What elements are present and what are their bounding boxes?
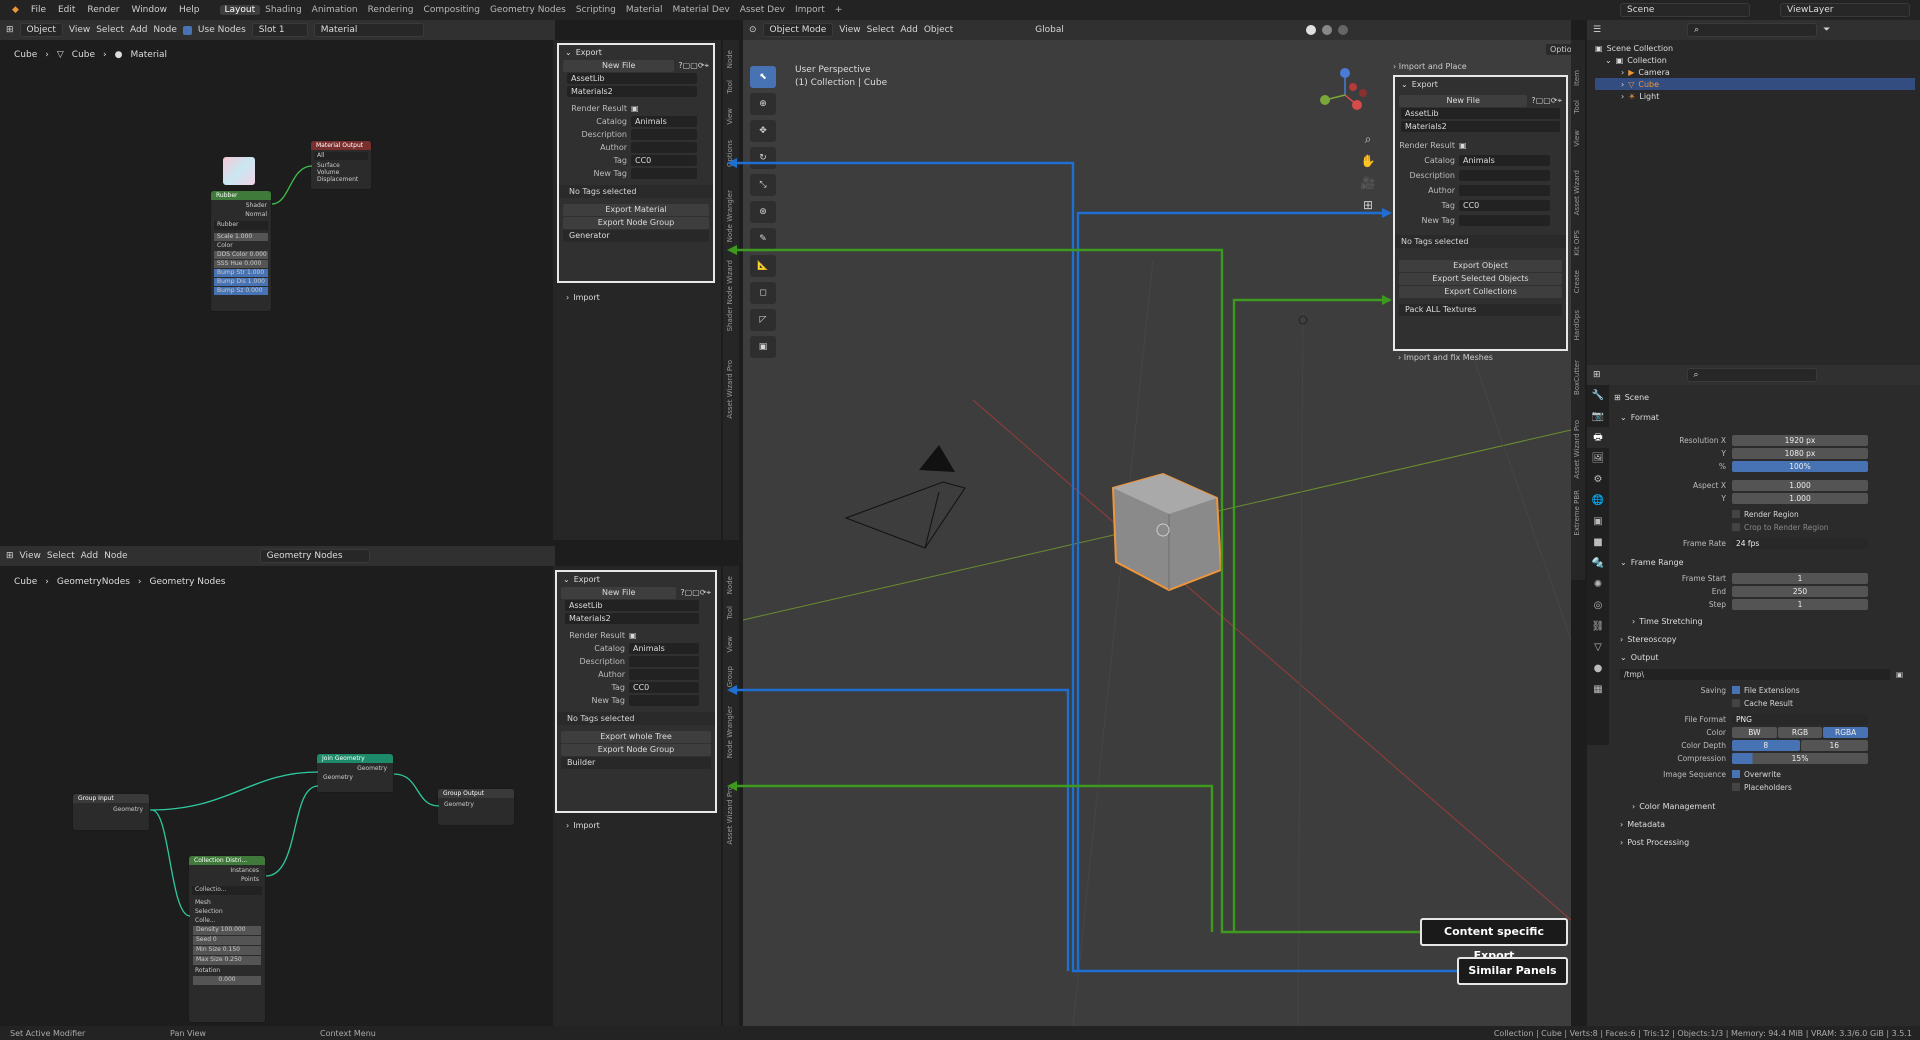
outliner-header: ☰ ⌕ ⏷ [1587, 20, 1920, 40]
aspect-x-field[interactable]: 1.000 [1732, 479, 1868, 491]
post-processing-section[interactable]: › Post Processing [1612, 835, 1912, 849]
image-sequence-label: Image Sequence [1663, 769, 1726, 779]
color-depth-label: Color Depth [1681, 740, 1726, 750]
status-bar: Set Active Modifier Pan View Context Men… [0, 1026, 1920, 1040]
tool-tab-icon[interactable]: 🔧 [1587, 385, 1609, 406]
res-percentage-field[interactable]: 100% [1732, 460, 1868, 472]
outliner-search[interactable]: ⌕ [1687, 23, 1818, 37]
blue-arrowheads [727, 158, 1392, 695]
stereoscopy-section[interactable]: › Stereoscopy [1612, 632, 1912, 646]
output-section[interactable]: ⌄ Output [1612, 650, 1912, 664]
collection-tab-icon[interactable]: ▣ [1587, 511, 1609, 532]
outliner-row[interactable]: ⌄ ▣ Collection [1595, 54, 1915, 66]
color-label: Color [1706, 727, 1726, 737]
frame-start-label: Frame Start [1681, 573, 1726, 583]
res-y-label: Y [1721, 448, 1726, 458]
outliner-row-selected[interactable]: › ▽ Cube [1595, 78, 1915, 90]
frame-rate-dropdown[interactable]: 24 fps [1732, 537, 1868, 549]
scene-statistics: Collection | Cube | Verts:8 | Faces:6 | … [1493, 1028, 1912, 1038]
res-x-field[interactable]: 1920 px [1732, 434, 1868, 446]
frame-step-field[interactable]: 1 [1732, 598, 1868, 610]
frame-end-label: End [1711, 586, 1726, 596]
data-tab-icon[interactable]: ▽ [1587, 637, 1609, 658]
status-mouse-left: Set Active Modifier [10, 1028, 86, 1038]
properties-context: Scene [1624, 392, 1650, 402]
properties-tabs: 🔧 📷 🖶 🖼 ⚙ 🌐 ▣ ■ 🔩 ✺ ◎ ⛓ ▽ ● ▦ [1587, 385, 1609, 745]
color-rgb-button[interactable]: RGB [1777, 726, 1823, 738]
filter-icon[interactable]: ⏷ [1823, 25, 1830, 35]
outliner-row[interactable]: › ☀ Light [1595, 90, 1915, 102]
editor-type-icon[interactable]: ☰ [1593, 25, 1601, 35]
color-management-section[interactable]: › Color Management [1612, 799, 1912, 813]
frame-end-field[interactable]: 250 [1732, 585, 1868, 597]
properties-content: ⊞ Scene ⌄ Format Resolution X 1920 px Y 1080… [1612, 390, 1912, 849]
aspect-x-label: Aspect X [1693, 480, 1726, 490]
metadata-section[interactable]: › Metadata [1612, 817, 1912, 831]
content-export-callout: Content specific Export [1420, 918, 1568, 962]
folder-icon[interactable]: ▣ [1896, 670, 1903, 679]
res-pct-label: % [1718, 461, 1726, 471]
world-tab-icon[interactable]: 🌐 [1587, 490, 1609, 511]
status-mouse-right: Context Menu [320, 1028, 376, 1038]
color-bw-button[interactable]: BW [1732, 726, 1777, 738]
aspect-y-field[interactable]: 1.000 [1732, 492, 1868, 504]
light-icon: ☀ [1628, 91, 1636, 101]
properties-header: ⊞ ⌕ [1587, 365, 1920, 385]
mesh-icon: ▽ [1628, 79, 1635, 89]
render-region-checkbox[interactable] [1732, 510, 1740, 518]
res-x-label: Resolution X [1679, 435, 1726, 445]
overwrite-checkbox[interactable] [1732, 770, 1740, 778]
compression-label: Compression [1677, 753, 1726, 763]
constraints-tab-icon[interactable]: ⛓ [1587, 616, 1609, 637]
properties-search[interactable]: ⌕ [1686, 368, 1817, 382]
cache-result-checkbox[interactable] [1732, 699, 1740, 707]
frame-rate-label: Frame Rate [1683, 538, 1726, 548]
physics-tab-icon[interactable]: ◎ [1587, 595, 1609, 616]
outliner-tree: ▣ Scene Collection ⌄ ▣ Collection › ▶ Camera … [1595, 42, 1915, 102]
color-rgba-button[interactable]: RGBA [1823, 726, 1869, 738]
depth-8-button[interactable]: 8 [1732, 739, 1800, 751]
render-tab-icon[interactable]: 📷 [1587, 406, 1609, 427]
texture-tab-icon[interactable]: ▦ [1587, 679, 1609, 700]
material-tab-icon[interactable]: ● [1587, 658, 1609, 679]
file-format-label: File Format [1684, 714, 1726, 724]
format-section-header[interactable]: ⌄ Format [1612, 410, 1912, 424]
scene-icon: ⊞ [1614, 392, 1621, 402]
view-layer-tab-icon[interactable]: 🖼 [1587, 448, 1609, 469]
object-tab-icon[interactable]: ■ [1587, 532, 1609, 553]
aspect-y-label: Y [1721, 493, 1726, 503]
output-tab-icon[interactable]: 🖶 [1587, 427, 1609, 448]
collection-icon: ▣ [1595, 43, 1603, 53]
status-mouse-middle: Pan View [170, 1028, 206, 1038]
collection-icon: ▣ [1615, 55, 1624, 65]
res-y-field[interactable]: 1080 px [1732, 447, 1868, 459]
green-arrowheads [727, 245, 1392, 791]
camera-icon: ▶ [1628, 67, 1635, 77]
outliner-row[interactable]: › ▶ Camera [1595, 66, 1915, 78]
scene-tab-icon[interactable]: ⚙ [1587, 469, 1609, 490]
output-path-field[interactable]: /tmp\ [1620, 668, 1890, 680]
modifier-tab-icon[interactable]: 🔩 [1587, 553, 1609, 574]
editor-type-icon[interactable]: ⊞ [1593, 370, 1601, 380]
crop-checkbox[interactable] [1732, 523, 1740, 531]
particles-tab-icon[interactable]: ✺ [1587, 574, 1609, 595]
saving-label: Saving [1700, 685, 1726, 695]
frame-range-section[interactable]: ⌄ Frame Range [1612, 555, 1912, 569]
file-format-dropdown[interactable]: PNG [1732, 713, 1868, 725]
placeholders-checkbox[interactable] [1732, 783, 1740, 791]
scene-collection-row[interactable]: ▣ Scene Collection [1595, 42, 1915, 54]
depth-16-button[interactable]: 16 [1800, 739, 1868, 751]
compression-slider[interactable]: 15% [1732, 752, 1868, 764]
frame-start-field[interactable]: 1 [1732, 572, 1868, 584]
similar-panels-callout: Similar Panels [1457, 957, 1568, 985]
blue-similar-arrows [730, 161, 1457, 973]
time-stretching-section[interactable]: › Time Stretching [1612, 614, 1912, 628]
frame-step-label: Step [1708, 599, 1726, 609]
file-extensions-checkbox[interactable] [1732, 686, 1740, 694]
green-content-arrows [730, 248, 1420, 934]
